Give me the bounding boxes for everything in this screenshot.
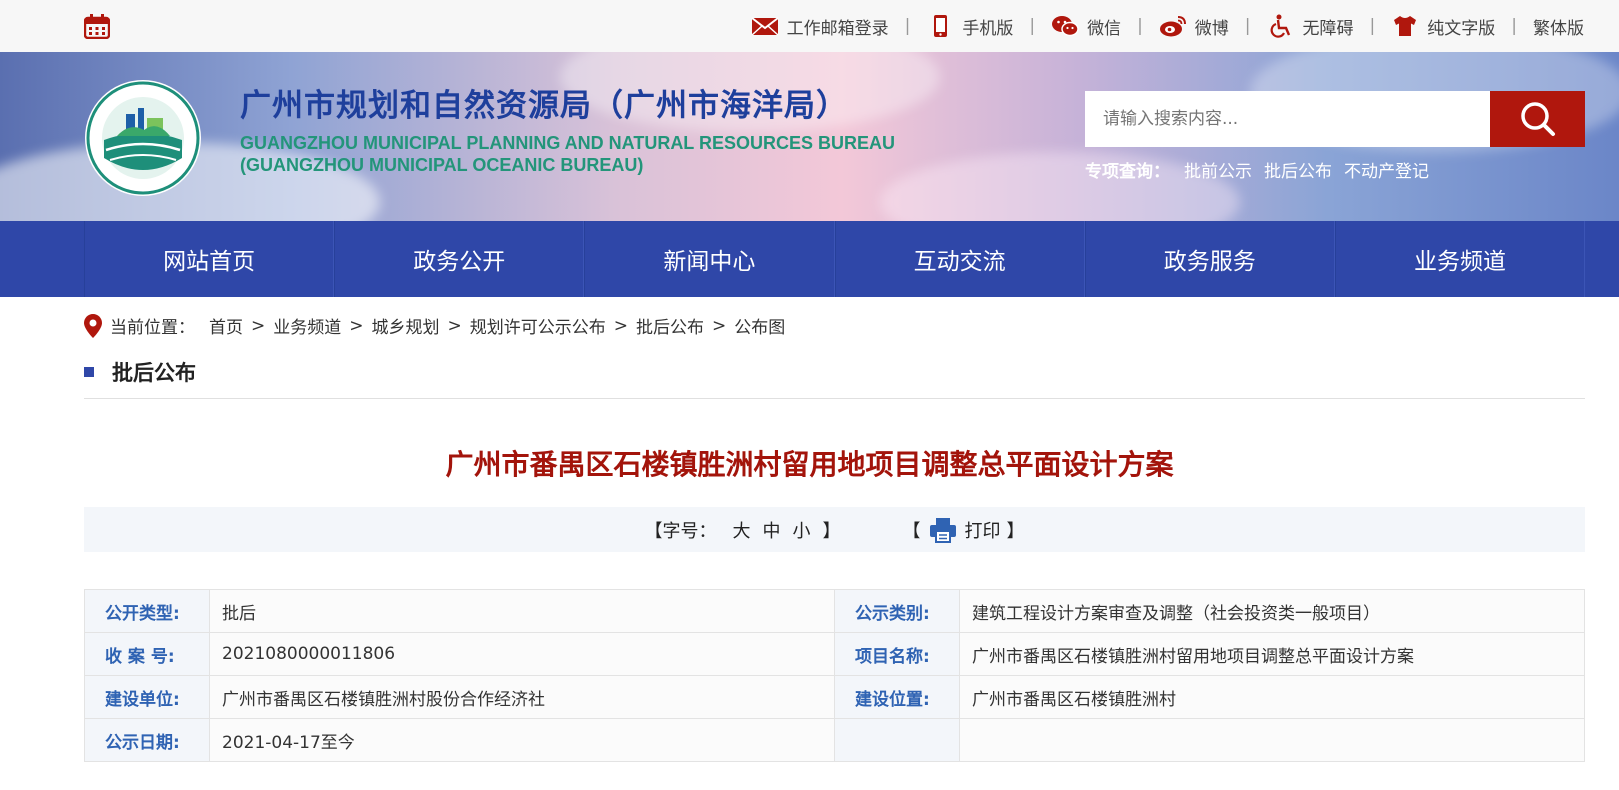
breadcrumb-separator: > (251, 315, 266, 336)
table-row: 公示日期: 2021-04-17至今 (84, 718, 1585, 762)
site-subtitle-english: GUANGZHOU MUNICIPAL PLANNING AND NATURAL… (240, 133, 896, 153)
field-label: 建设位置: (834, 675, 960, 719)
main-nav: 网站首页 政务公开 新闻中心 互动交流 政务服务 业务频道 (0, 221, 1619, 297)
section-title: 批后公布 (112, 361, 196, 385)
breadcrumb-item[interactable]: 批后公布 (636, 313, 704, 338)
special-link-pre-approval[interactable]: 批前公示 (1184, 157, 1252, 182)
font-size-end: 】 (822, 520, 841, 542)
mobile-version-label: 手机版 (962, 18, 1014, 39)
print-group: 【 打印 】 (903, 517, 1025, 543)
search-button[interactable] (1490, 91, 1585, 147)
nav-item-news[interactable]: 新闻中心 (584, 221, 835, 297)
field-value: 建筑工程设计方案审查及调整（社会投资类一般项目） (959, 589, 1585, 633)
breadcrumb-item[interactable]: 公布图 (734, 313, 785, 338)
breadcrumb-separator: > (447, 315, 462, 336)
separator: | (1369, 16, 1376, 36)
accessibility-label: 无障碍 (1302, 18, 1354, 39)
project-info-table: 公开类型: 批后 公示类别: 建筑工程设计方案审查及调整（社会投资类一般项目） … (84, 589, 1585, 762)
wechat-label: 微信 (1087, 18, 1122, 39)
top-links: 工作邮箱登录 | 手机版 | 微信 | 微博 | 无障碍 | 纯文字版 | 繁体… (750, 0, 1584, 52)
breadcrumb-item[interactable]: 城乡规划 (372, 313, 440, 338)
breadcrumb-item[interactable]: 规划许可公示公布 (470, 313, 606, 338)
location-pin-icon (84, 313, 102, 338)
field-value: 2021-04-17至今 (209, 718, 835, 762)
section-header: 批后公布 (84, 357, 1585, 399)
separator: | (904, 16, 911, 36)
special-link-real-estate[interactable]: 不动产登记 (1344, 157, 1429, 182)
special-query: 专项查询： 批前公示 批后公布 不动产登记 (1085, 157, 1441, 182)
separator: | (1511, 16, 1517, 36)
separator: | (1137, 16, 1143, 36)
field-label: 公示类别: (834, 589, 960, 633)
bureau-logo[interactable] (82, 78, 204, 198)
printer-icon[interactable] (929, 517, 957, 543)
weibo-link[interactable]: 微博 (1159, 14, 1229, 39)
header-banner: 广州市规划和自然资源局（广州市海洋局） GUANGZHOU MUNICIPAL … (0, 52, 1619, 221)
text-only-label: 纯文字版 (1427, 18, 1496, 39)
font-size-medium[interactable]: 中 (763, 517, 781, 543)
wechat-icon (1052, 16, 1079, 37)
field-label: 公示日期: (84, 718, 210, 762)
print-bracket-close: 】 (1006, 520, 1025, 542)
print-button[interactable]: 打印 (965, 517, 1001, 543)
breadcrumb-item[interactable]: 业务频道 (273, 313, 341, 338)
nav-item-business[interactable]: 业务频道 (1334, 221, 1586, 297)
work-email-label: 工作邮箱登录 (786, 18, 889, 39)
print-bracket-open: 【 (902, 520, 921, 542)
text-only-link[interactable]: 纯文字版 (1391, 14, 1495, 39)
wechat-link[interactable]: 微信 (1051, 14, 1121, 39)
table-row: 建设单位: 广州市番禺区石楼镇胜洲村股份合作经济社 建设位置: 广州市番禺区石楼… (84, 675, 1585, 719)
document-title: 广州市番禺区石楼镇胜洲村留用地项目调整总平面设计方案 (445, 448, 1174, 481)
accessibility-link[interactable]: 无障碍 (1267, 14, 1354, 39)
nav-item-services[interactable]: 政务服务 (1084, 221, 1335, 297)
breadcrumb-separator: > (349, 315, 364, 336)
site-subtitle-english-oceanic: (GUANGZHOU MUNICIPAL OCEANIC BUREAU) (240, 155, 644, 175)
mail-icon (750, 17, 779, 36)
field-value: 广州市番禺区石楼镇胜洲村股份合作经济社 (209, 675, 835, 719)
section-marker (84, 367, 94, 377)
site-title: 广州市规划和自然资源局（广州市海洋局） (240, 88, 848, 124)
font-size-label: 【字号： (644, 520, 717, 542)
nav-item-interaction[interactable]: 互动交流 (834, 221, 1085, 297)
field-value (959, 718, 1585, 762)
weibo-icon (1159, 16, 1186, 37)
calendar-icon[interactable] (84, 14, 110, 39)
search-input[interactable] (1085, 91, 1490, 147)
field-value: 批后 (209, 589, 835, 633)
special-link-post-approval[interactable]: 批后公布 (1264, 157, 1332, 182)
breadcrumb: 当前位置： 首页 > 业务频道 > 城乡规划 > 规划许可公示公布 > 批后公布… (84, 313, 785, 338)
table-row: 收 案 号: 2021080000011806 项目名称: 广州市番禺区石楼镇胜… (84, 632, 1585, 676)
breadcrumb-separator: > (613, 315, 628, 336)
breadcrumb-item[interactable]: 首页 (209, 313, 243, 338)
field-label: 收 案 号: (84, 632, 210, 676)
mobile-version-link[interactable]: 手机版 (926, 14, 1013, 39)
field-label: 项目名称: (834, 632, 960, 676)
shirt-icon (1394, 16, 1417, 36)
weibo-label: 微博 (1194, 18, 1229, 39)
accessibility-icon (1270, 14, 1290, 38)
traditional-chinese-link[interactable]: 繁体版 (1533, 14, 1584, 39)
table-row: 公开类型: 批后 公示类别: 建筑工程设计方案审查及调整（社会投资类一般项目） (84, 589, 1585, 633)
nav-item-home[interactable]: 网站首页 (84, 221, 335, 297)
breadcrumb-label: 当前位置： (110, 318, 195, 338)
separator: | (1244, 16, 1251, 36)
traditional-chinese-label: 繁体版 (1533, 18, 1584, 39)
breadcrumb-separator: > (712, 315, 727, 336)
nav-item-government-affairs[interactable]: 政务公开 (334, 221, 585, 297)
special-query-label: 专项查询： (1085, 162, 1170, 182)
work-email-link[interactable]: 工作邮箱登录 (750, 14, 889, 39)
search-icon (1520, 102, 1555, 136)
field-label: 建设单位: (84, 675, 210, 719)
field-value: 广州市番禺区石楼镇胜洲村留用地项目调整总平面设计方案 (959, 632, 1585, 676)
field-label: 公开类型: (84, 589, 210, 633)
font-size-small[interactable]: 小 (793, 517, 811, 543)
font-size-large[interactable]: 大 (733, 517, 751, 543)
separator: | (1029, 16, 1036, 36)
field-label (834, 718, 960, 762)
field-value: 广州市番禺区石楼镇胜洲村 (959, 675, 1585, 719)
mobile-icon (934, 15, 948, 37)
document-toolbar: 【字号： 大 中 小 】 【 打印 】 (84, 507, 1585, 552)
top-bar: 工作邮箱登录 | 手机版 | 微信 | 微博 | 无障碍 | 纯文字版 | 繁体… (0, 0, 1619, 52)
field-value: 2021080000011806 (209, 632, 835, 676)
